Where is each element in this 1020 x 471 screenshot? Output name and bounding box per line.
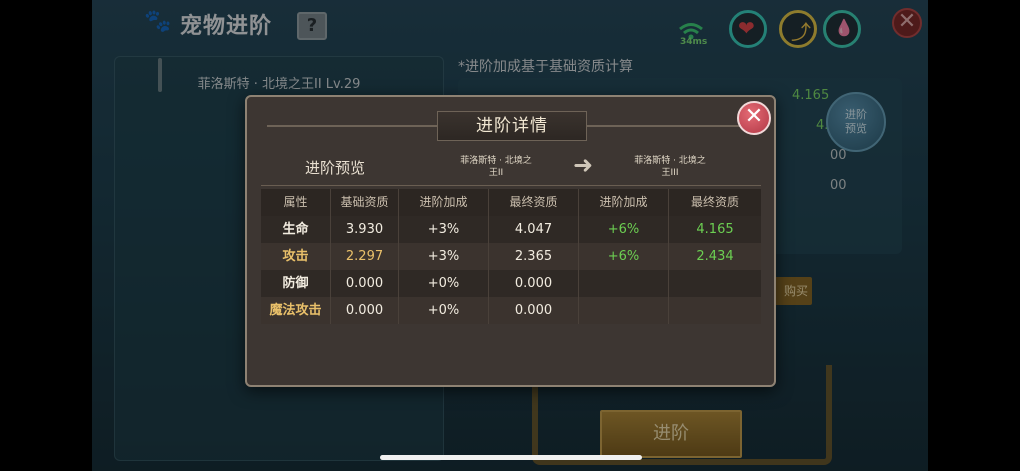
dialog-title: 进阶详情	[476, 116, 548, 136]
attribute-name: 攻击	[261, 243, 331, 270]
home-indicator	[380, 455, 642, 460]
base-value: 2.297	[331, 243, 399, 270]
stats-table: 属性 基础资质 进阶加成 最终资质 进阶加成 最终资质 生命 3.930 +3%…	[261, 189, 761, 325]
final-next	[669, 297, 761, 324]
base-value: 3.930	[331, 216, 399, 243]
table-row: 生命 3.930 +3% 4.047 +6% 4.165	[261, 216, 761, 243]
advance-detail-dialog: 进阶详情 ✕ 进阶预览 菲洛斯特 · 北境之 王II ➜ 菲洛斯特 · 北境之 …	[245, 95, 776, 387]
table-row: 防御 0.000 +0% 0.000	[261, 270, 761, 297]
table-row: 攻击 2.297 +3% 2.365 +6% 2.434	[261, 243, 761, 270]
bonus-now: +0%	[399, 297, 489, 324]
bonus-now: +0%	[399, 270, 489, 297]
base-value: 0.000	[331, 297, 399, 324]
final-now: 4.047	[489, 216, 579, 243]
column-header: 进阶加成	[399, 189, 489, 216]
title-ornament-right	[587, 125, 757, 127]
pet-to-label: 菲洛斯特 · 北境之 王III	[634, 156, 706, 178]
bonus-next: +6%	[579, 216, 669, 243]
bonus-next	[579, 270, 669, 297]
preview-label: 进阶预览	[305, 159, 366, 177]
column-header: 最终资质	[489, 189, 579, 216]
attribute-name: 魔法攻击	[261, 297, 331, 324]
final-now: 2.365	[489, 243, 579, 270]
dialog-title-frame: 进阶详情	[437, 111, 587, 141]
pet-from-label: 菲洛斯特 · 北境之 王II	[460, 156, 532, 178]
column-header: 基础资质	[331, 189, 399, 216]
preview-header: 进阶预览 菲洛斯特 · 北境之 王II ➜ 菲洛斯特 · 北境之 王III	[261, 149, 761, 185]
final-next: 4.165	[696, 222, 734, 237]
bonus-next	[579, 297, 669, 324]
final-next: 2.434	[696, 249, 734, 264]
final-now: 0.000	[489, 297, 579, 324]
dialog-close-button[interactable]: ✕	[737, 101, 771, 135]
arrow-right-icon: ➜	[572, 151, 594, 179]
column-header: 最终资质	[690, 195, 739, 209]
bonus-now: +3%	[399, 216, 489, 243]
title-ornament-left	[267, 125, 437, 127]
final-now: 0.000	[489, 270, 579, 297]
table-row: 魔法攻击 0.000 +0% 0.000	[261, 297, 761, 324]
attribute-name: 生命	[261, 216, 331, 243]
table-header: 属性 基础资质 进阶加成 最终资质 进阶加成 最终资质	[261, 189, 761, 216]
column-header: 属性	[261, 189, 331, 216]
attribute-name: 防御	[261, 270, 331, 297]
bonus-next: +6%	[579, 243, 669, 270]
base-value: 0.000	[331, 270, 399, 297]
final-next	[669, 270, 761, 297]
divider	[261, 185, 761, 186]
column-header: 进阶加成	[579, 189, 669, 216]
bonus-now: +3%	[399, 243, 489, 270]
